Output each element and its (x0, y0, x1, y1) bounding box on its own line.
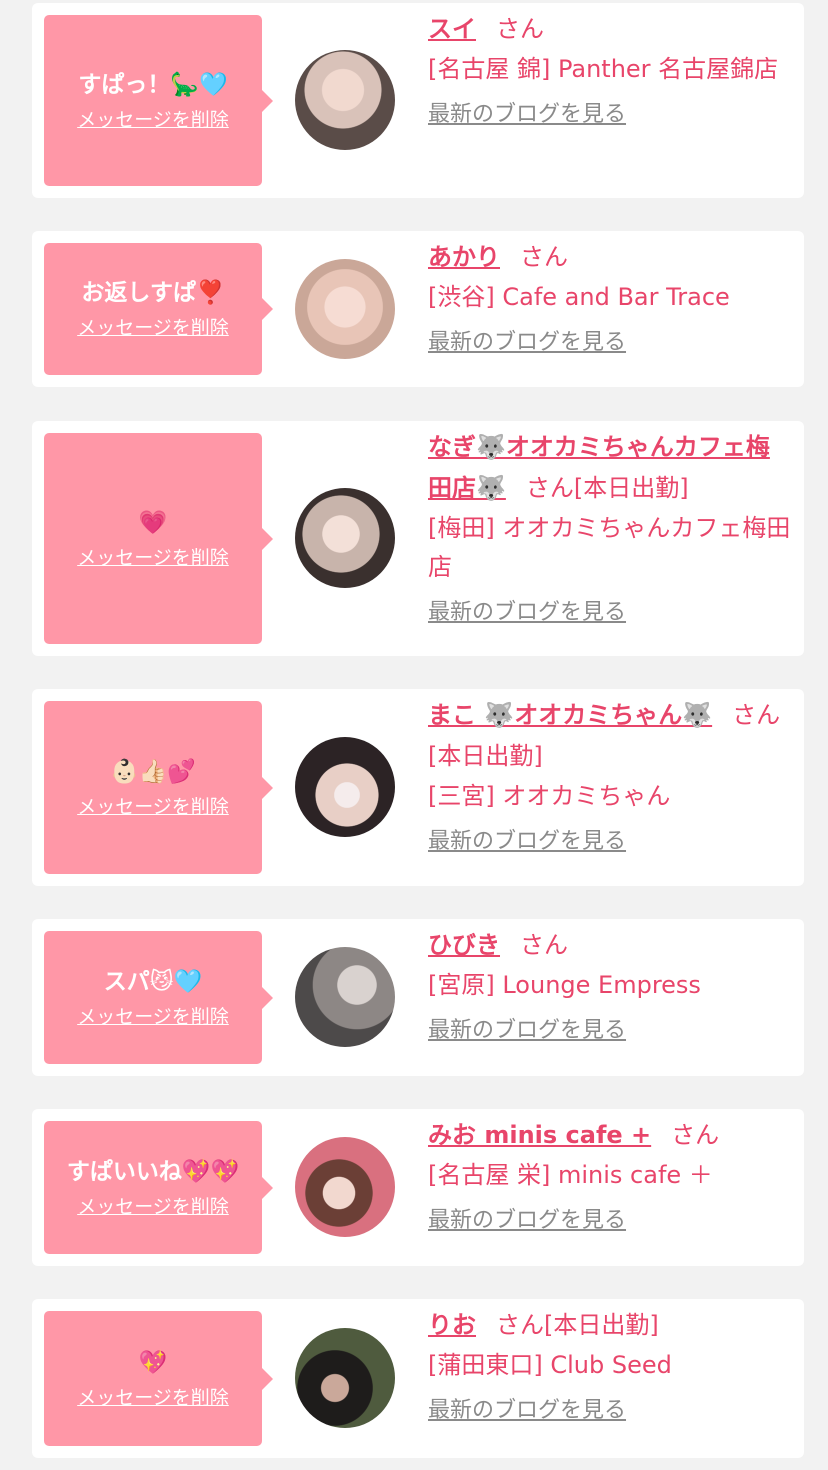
message-text: 💖 (138, 1349, 168, 1376)
delete-message-link[interactable]: メッセージを削除 (77, 1005, 229, 1029)
delete-message-link[interactable]: メッセージを削除 (77, 1195, 229, 1219)
honorific-label: さん (520, 243, 568, 271)
honorific-label: さん (520, 931, 568, 959)
message-text: 👶🏻👍🏻💕 (110, 758, 196, 785)
blog-link[interactable]: 最新のブログを見る (428, 329, 626, 357)
shop-label: [名古屋 錦] Panther 名古屋錦店 (428, 55, 779, 83)
avatar[interactable] (295, 1137, 395, 1237)
list-item: 💖 メッセージを削除 りお さん[本日出勤] [蒲田東口] Club Seed 最… (32, 1299, 804, 1458)
honorific-label: さん[本日出勤] (496, 1311, 659, 1339)
list-item: すぱいいね💖💖 メッセージを削除 みお minis cafe + さん [名古屋 … (32, 1109, 804, 1266)
delete-message-link[interactable]: メッセージを削除 (77, 108, 229, 132)
message-text: 💗 (138, 509, 168, 536)
message-bubble: 💗 メッセージを削除 (44, 433, 273, 644)
girl-name-link[interactable]: りお (428, 1311, 476, 1339)
honorific-label: さん (671, 1121, 720, 1149)
list-item: 💗 メッセージを削除 なぎ🐺オオカミちゃんカフェ梅田店🐺 さん[本日出勤] [梅田… (32, 421, 804, 656)
girl-name-link[interactable]: あかり (428, 243, 500, 271)
shop-label: [名古屋 栄] minis cafe ＋ (428, 1161, 713, 1189)
avatar[interactable] (295, 1328, 395, 1428)
avatar[interactable] (295, 488, 395, 588)
favorites-list: すぱっ！🦕🩵 メッセージを削除 スイ さん [名古屋 錦] Panther 名古屋… (0, 0, 828, 1470)
message-bubble: 👶🏻👍🏻💕 メッセージを削除 (44, 701, 273, 874)
girl-name-link[interactable]: スイ (428, 15, 476, 43)
list-item: スパ😼🩵 メッセージを削除 ひびき さん [宮原] Lounge Empress … (32, 919, 804, 1076)
delete-message-link[interactable]: メッセージを削除 (77, 316, 229, 340)
list-item: お返しすぱ❣️ メッセージを削除 あかり さん [渋谷] Cafe and Bar… (32, 231, 804, 387)
list-item: すぱっ！🦕🩵 メッセージを削除 スイ さん [名古屋 錦] Panther 名古屋… (32, 3, 804, 198)
shop-label: [三宮] オオカミちゃん (428, 782, 671, 810)
delete-message-link[interactable]: メッセージを削除 (77, 546, 229, 570)
blog-link[interactable]: 最新のブログを見る (428, 599, 626, 627)
girl-name-link[interactable]: みお minis cafe + (428, 1121, 651, 1149)
avatar[interactable] (295, 259, 395, 359)
shop-label: [梅田] オオカミちゃんカフェ梅田店 (428, 514, 791, 581)
message-text: すぱっ！🦕🩵 (78, 71, 228, 98)
message-text: お返しすぱ❣️ (81, 280, 225, 306)
delete-message-link[interactable]: メッセージを削除 (77, 795, 229, 819)
shop-label: [渋谷] Cafe and Bar Trace (428, 283, 730, 311)
blog-link[interactable]: 最新のブログを見る (428, 101, 626, 129)
message-text: すぱいいね💖💖 (66, 1158, 240, 1185)
girl-name-link[interactable]: ひびき (428, 931, 500, 959)
shop-label: [宮原] Lounge Empress (428, 971, 701, 999)
girl-name-link[interactable]: まこ 🐺オオカミちゃん🐺 (428, 701, 712, 729)
avatar[interactable] (295, 737, 395, 837)
list-item: 👶🏻👍🏻💕 メッセージを削除 まこ 🐺オオカミちゃん🐺 さん[本日出勤] [三宮]… (32, 689, 804, 886)
blog-link[interactable]: 最新のブログを見る (428, 1017, 626, 1045)
message-bubble: 💖 メッセージを削除 (44, 1311, 273, 1446)
blog-link[interactable]: 最新のブログを見る (428, 1397, 626, 1425)
blog-link[interactable]: 最新のブログを見る (428, 828, 626, 856)
message-text: スパ😼🩵 (103, 968, 203, 995)
message-bubble: スパ😼🩵 メッセージを削除 (44, 931, 273, 1064)
message-bubble: すぱいいね💖💖 メッセージを削除 (44, 1121, 273, 1254)
message-bubble: お返しすぱ❣️ メッセージを削除 (44, 243, 273, 375)
avatar[interactable] (295, 50, 395, 150)
honorific-label: さん (496, 15, 544, 43)
message-bubble: すぱっ！🦕🩵 メッセージを削除 (44, 15, 273, 186)
blog-link[interactable]: 最新のブログを見る (428, 1207, 626, 1235)
delete-message-link[interactable]: メッセージを削除 (77, 1386, 229, 1410)
avatar[interactable] (295, 947, 395, 1047)
shop-label: [蒲田東口] Club Seed (428, 1351, 672, 1379)
honorific-label: さん[本日出勤] (525, 474, 689, 502)
